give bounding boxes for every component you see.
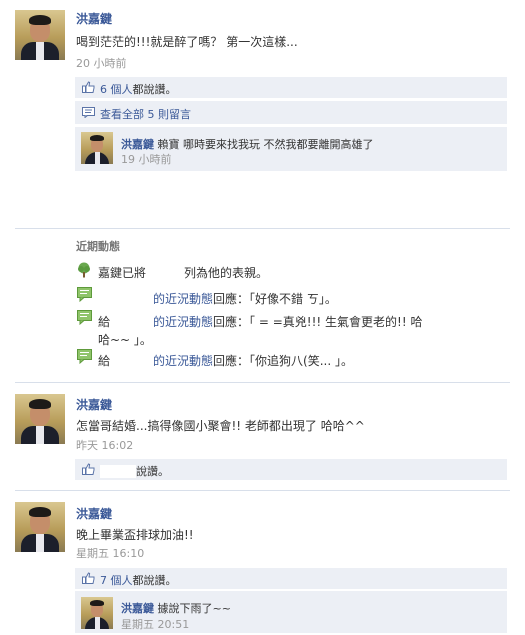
author-avatar[interactable]	[15, 502, 65, 552]
activity-suffix: 回應：「 = =真兇!!! 生氣會更老的!! 哈	[213, 315, 423, 329]
tree-icon	[78, 262, 90, 278]
post-text: 怎當哥結婚...搞得像國小聚會!! 老師都出現了 哈哈^^	[76, 419, 365, 433]
comment-author[interactable]: 洪嘉鍵	[121, 602, 154, 615]
comment-text: 據說下雨了~~	[157, 602, 231, 615]
author-avatar[interactable]	[15, 394, 65, 444]
post-timestamp[interactable]: 昨天 16:02	[76, 437, 133, 453]
comment-icon	[77, 310, 92, 325]
comment-author[interactable]: 洪嘉鍵	[121, 138, 154, 151]
activity-item-1: 的近況動態回應：「好像不錯 ㄎ」。	[98, 290, 337, 307]
activity-item-0: 嘉鍵已將 列為他的表親。	[98, 264, 268, 281]
activity-suffix: 回應：「你追狗八(笑... 」。	[213, 354, 353, 368]
post-timestamp[interactable]: 星期五 16:10	[76, 545, 144, 561]
likes-suffix: 說讚。	[136, 465, 169, 478]
separator	[15, 382, 510, 383]
thumbs-up-icon	[82, 572, 95, 584]
post-timestamp[interactable]: 20 小時前	[76, 55, 127, 71]
comment-timestamp[interactable]: 19 小時前	[121, 151, 172, 167]
likes-count-link[interactable]: 6 個人	[100, 83, 133, 96]
activity-suffix: 列為他的表親。	[184, 266, 269, 280]
activity-item-2-cont: 哈~~ 」。	[98, 333, 152, 347]
activity-item-3: 給 的近況動態回應：「你追狗八(笑... 」。	[98, 352, 353, 369]
post-author-name[interactable]: 洪嘉鍵	[76, 10, 112, 27]
activity-prefix: 嘉鍵已將	[98, 266, 147, 280]
comment-avatar[interactable]	[81, 597, 113, 629]
likes-count-link[interactable]: 7 個人	[100, 574, 133, 587]
comment-icon	[82, 107, 95, 118]
likes-row: 說讚。	[100, 463, 169, 479]
likes-suffix: 都說讚。	[132, 83, 177, 96]
likes-suffix: 都說讚。	[132, 574, 177, 587]
likes-row: 6 個人都說讚。	[100, 81, 177, 97]
activity-prefix: 給	[98, 354, 111, 368]
comment-row: 洪嘉鍵 賴寶 哪時要來找我玩 不然我都要離開高雄了	[121, 136, 374, 152]
view-all-comments-link[interactable]: 查看全部 5 則留言	[100, 106, 191, 122]
thumbs-up-icon	[82, 81, 95, 93]
comment-avatar[interactable]	[81, 132, 113, 164]
separator	[15, 228, 510, 229]
post-author-name[interactable]: 洪嘉鍵	[76, 505, 112, 522]
activity-prefix: 給	[98, 315, 111, 329]
activity-heading: 近期動態	[76, 240, 120, 253]
activity-item-2: 給 的近況動態回應：「 = =真兇!!! 生氣會更老的!! 哈	[98, 313, 422, 330]
activity-suffix: 回應：「好像不錯 ㄎ」。	[213, 292, 337, 306]
separator	[15, 490, 510, 491]
comment-icon	[77, 287, 92, 302]
post-text: 晚上畢業盃排球加油!!	[76, 528, 194, 542]
post-text: 喝到茫茫的!!!就是醉了嗎？ 第一次這樣...	[76, 35, 298, 49]
status-link[interactable]: 的近況動態	[153, 292, 213, 306]
author-avatar[interactable]	[15, 10, 65, 60]
likes-row: 7 個人都說讚。	[100, 572, 177, 588]
comment-icon	[77, 349, 92, 364]
post-author-name[interactable]: 洪嘉鍵	[76, 396, 112, 413]
status-link[interactable]: 的近況動態	[153, 354, 213, 368]
status-link[interactable]: 的近況動態	[153, 315, 213, 329]
thumbs-up-icon	[82, 463, 95, 475]
comment-text: 賴寶 哪時要來找我玩 不然我都要離開高雄了	[157, 138, 374, 151]
comment-row: 洪嘉鍵 據說下雨了~~	[121, 600, 231, 616]
comment-timestamp[interactable]: 星期五 20:51	[121, 616, 189, 632]
